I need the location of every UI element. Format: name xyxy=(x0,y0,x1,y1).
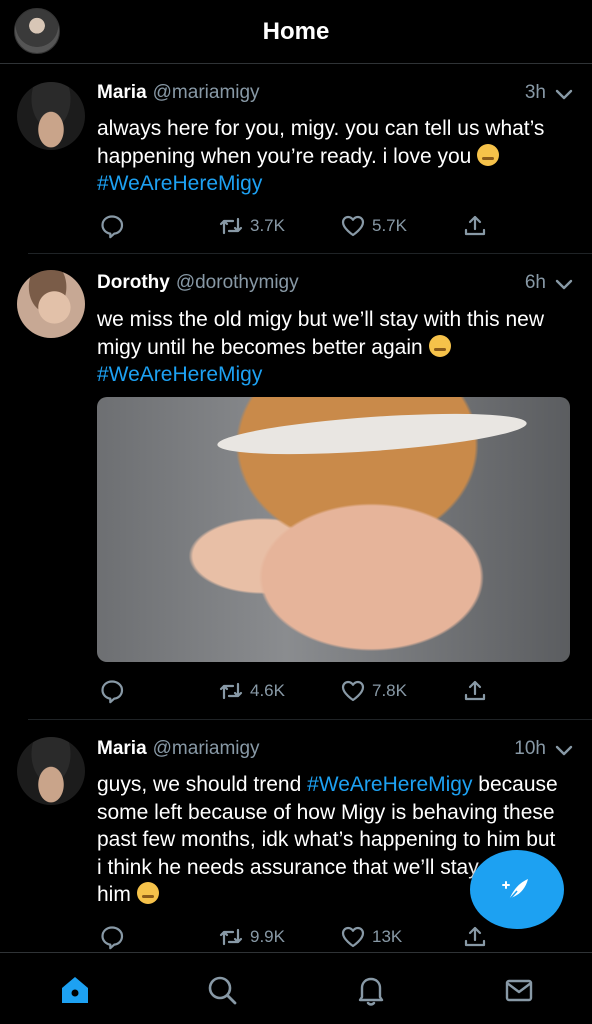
hashtag-link[interactable]: #WeAreHereMigy xyxy=(307,773,472,796)
pensive-emoji xyxy=(136,882,159,904)
bottom-tab-bar xyxy=(0,952,592,1024)
search-icon[interactable] xyxy=(205,973,239,1007)
tweet-text: we miss the old migy but we’ll stay with… xyxy=(97,308,544,386)
author-name[interactable]: Dorothy xyxy=(97,272,170,293)
reply-button[interactable] xyxy=(99,922,125,952)
hashtag-link[interactable]: #WeAreHereMigy xyxy=(97,172,262,195)
share-icon xyxy=(464,680,486,701)
reply-icon xyxy=(101,215,124,239)
tweet-time: 3h xyxy=(524,82,546,103)
tweet-time: 6h xyxy=(524,272,546,293)
like-button[interactable]: 5.7K xyxy=(340,211,407,241)
share-icon xyxy=(464,215,486,236)
chevron-down-icon[interactable] xyxy=(554,740,574,760)
reply-icon xyxy=(101,680,124,704)
like-button[interactable]: 13K xyxy=(340,922,402,952)
headband xyxy=(216,406,528,462)
like-count: 7.8K xyxy=(372,681,407,700)
retweet-count: 3.7K xyxy=(250,216,285,235)
share-button[interactable] xyxy=(462,676,488,706)
author-name[interactable]: Maria xyxy=(97,82,147,103)
tweet-header: Maria @mariamigy 10h xyxy=(97,738,574,762)
like-count: 5.7K xyxy=(372,216,407,235)
compose-tweet-button[interactable] xyxy=(470,850,564,929)
like-count: 13K xyxy=(372,927,403,946)
home-icon[interactable] xyxy=(58,973,92,1007)
share-button[interactable] xyxy=(462,211,488,241)
reply-icon xyxy=(101,926,124,950)
heart-icon xyxy=(341,680,365,702)
author-handle[interactable]: @dorothymigy xyxy=(176,272,299,293)
tweet-actions: 3.7K 5.7K xyxy=(97,211,497,241)
retweet-icon xyxy=(219,928,243,946)
top-bar: Home xyxy=(0,0,592,64)
avatar[interactable] xyxy=(17,270,85,338)
chevron-down-icon[interactable] xyxy=(554,84,574,104)
retweet-count: 4.6K xyxy=(250,681,285,700)
page-title: Home xyxy=(262,18,330,45)
heart-icon xyxy=(341,926,365,948)
tweet-actions: 9.9K 13K xyxy=(97,922,497,952)
crying-emoji xyxy=(477,143,500,166)
tweet-header: Maria @mariamigy 3h xyxy=(97,82,574,106)
tweet-text: always here for you, migy. you can tell … xyxy=(97,117,545,195)
tweet-actions: 4.6K 7.8K xyxy=(97,676,497,706)
tweet-image[interactable] xyxy=(97,397,570,662)
tweet-time: 10h xyxy=(514,738,546,759)
author-handle[interactable]: @mariamigy xyxy=(153,82,260,103)
bell-icon[interactable] xyxy=(354,973,388,1007)
retweet-button[interactable]: 9.9K xyxy=(218,922,285,952)
share-button[interactable] xyxy=(462,922,488,952)
hashtag-link[interactable]: #WeAreHereMigy xyxy=(97,363,262,386)
tweet[interactable]: Dorothy @dorothymigy 6h we miss the old m… xyxy=(0,254,592,720)
like-button[interactable]: 7.8K xyxy=(340,676,407,706)
avatar[interactable] xyxy=(17,82,85,150)
chevron-down-icon[interactable] xyxy=(554,274,574,294)
reply-button[interactable] xyxy=(99,211,125,241)
avatar[interactable] xyxy=(17,737,85,805)
retweet-count: 9.9K xyxy=(250,927,285,946)
author-name[interactable]: Maria xyxy=(97,738,147,759)
reply-button[interactable] xyxy=(99,676,125,706)
compose-tweet-icon xyxy=(502,878,528,901)
pensive-emoji xyxy=(428,334,451,357)
retweet-icon xyxy=(219,217,243,235)
heart-icon xyxy=(341,215,365,237)
tweet-header: Dorothy @dorothymigy 6h xyxy=(97,272,574,296)
author-handle[interactable]: @mariamigy xyxy=(153,738,260,759)
mail-icon[interactable] xyxy=(502,973,536,1007)
share-icon xyxy=(464,926,486,947)
retweet-icon xyxy=(219,682,243,700)
retweet-button[interactable]: 3.7K xyxy=(218,211,285,241)
tweet[interactable]: Maria @mariamigy 3h always here for you, … xyxy=(0,64,592,254)
retweet-button[interactable]: 4.6K xyxy=(218,676,285,706)
